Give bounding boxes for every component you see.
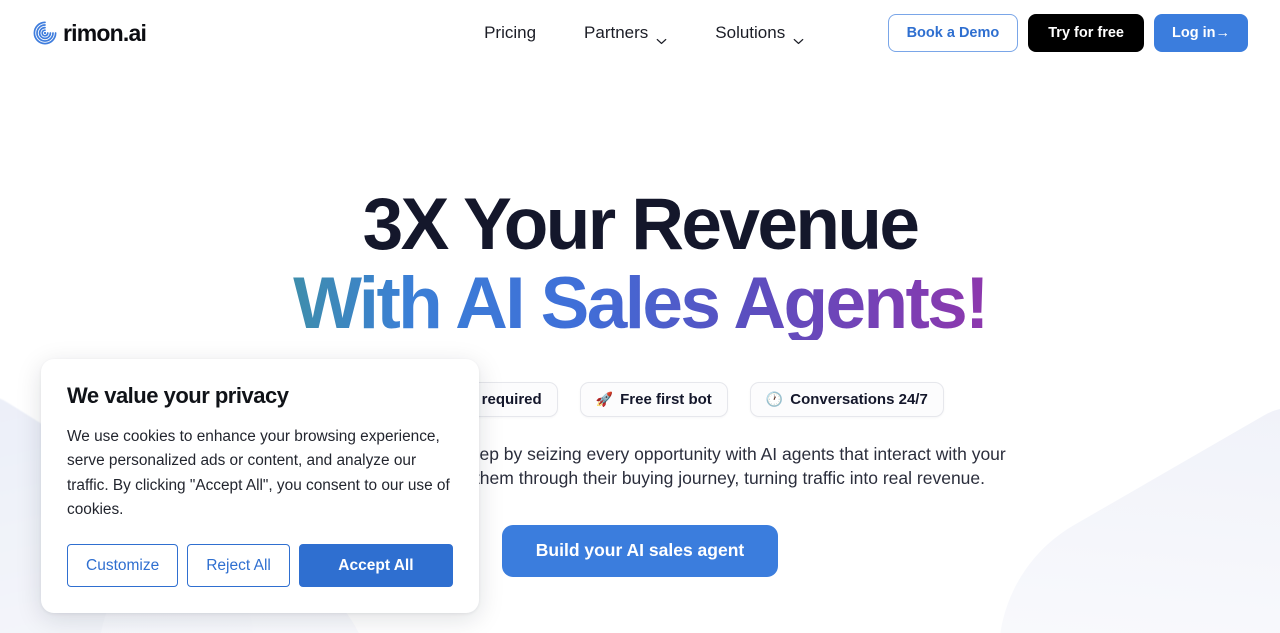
nav-item-partners[interactable]: Partners xyxy=(584,23,667,44)
accept-all-cookies-button[interactable]: Accept All xyxy=(298,544,453,588)
nav-item-pricing[interactable]: Pricing xyxy=(484,23,536,43)
rocket-icon: 🚀 xyxy=(595,391,614,408)
brand-name: rimon.ai xyxy=(63,19,147,46)
spiral-logo-icon xyxy=(32,20,58,46)
cookie-consent-body: We use cookies to enhance your browsing … xyxy=(67,428,450,518)
badge-free-first-bot-label: Free first bot xyxy=(620,390,712,408)
nav-item-pricing-label: Pricing xyxy=(484,23,537,42)
build-ai-sales-agent-button[interactable]: Build your AI sales agent xyxy=(501,524,779,577)
chevron-down-icon xyxy=(793,30,804,44)
nav-item-partners-label: Partners xyxy=(584,23,649,42)
book-a-demo-button[interactable]: Book a Demo xyxy=(887,14,1019,52)
customize-cookies-button[interactable]: Customize xyxy=(67,544,179,588)
badge-conversations-247: 🕐 Conversations 24/7 xyxy=(749,381,944,417)
cookie-consent-actions: Customize Reject All Accept All xyxy=(67,544,453,588)
clock-icon: 🕐 xyxy=(765,391,784,408)
nav-item-solutions[interactable]: Solutions xyxy=(715,23,804,44)
brand-logo[interactable]: rimon.ai xyxy=(32,19,147,47)
header-actions: Book a Demo Try for free Log in→ xyxy=(887,14,1248,52)
site-header: rimon.ai Pricing Partners Solutions Book… xyxy=(0,0,1280,66)
cookie-consent-dialog: We value your privacy We use cookies to … xyxy=(41,359,479,614)
page-title: 3X Your Revenue With AI Sales Agents! xyxy=(0,184,1280,340)
log-in-button[interactable]: Log in→ xyxy=(1154,14,1248,52)
badge-conversations-247-label: Conversations 24/7 xyxy=(790,390,928,408)
try-for-free-button[interactable]: Try for free xyxy=(1028,14,1144,52)
reject-all-cookies-button[interactable]: Reject All xyxy=(187,544,290,588)
cookie-consent-title: We value your privacy xyxy=(67,383,289,408)
headline-line-1: 3X Your Revenue xyxy=(362,184,920,265)
main-navigation: Pricing Partners Solutions xyxy=(484,23,804,44)
chevron-down-icon xyxy=(656,30,667,44)
nav-item-solutions-label: Solutions xyxy=(715,23,786,42)
headline-line-2: With AI Sales Agents! xyxy=(0,267,1280,340)
badge-free-first-bot: 🚀 Free first bot xyxy=(579,381,728,417)
